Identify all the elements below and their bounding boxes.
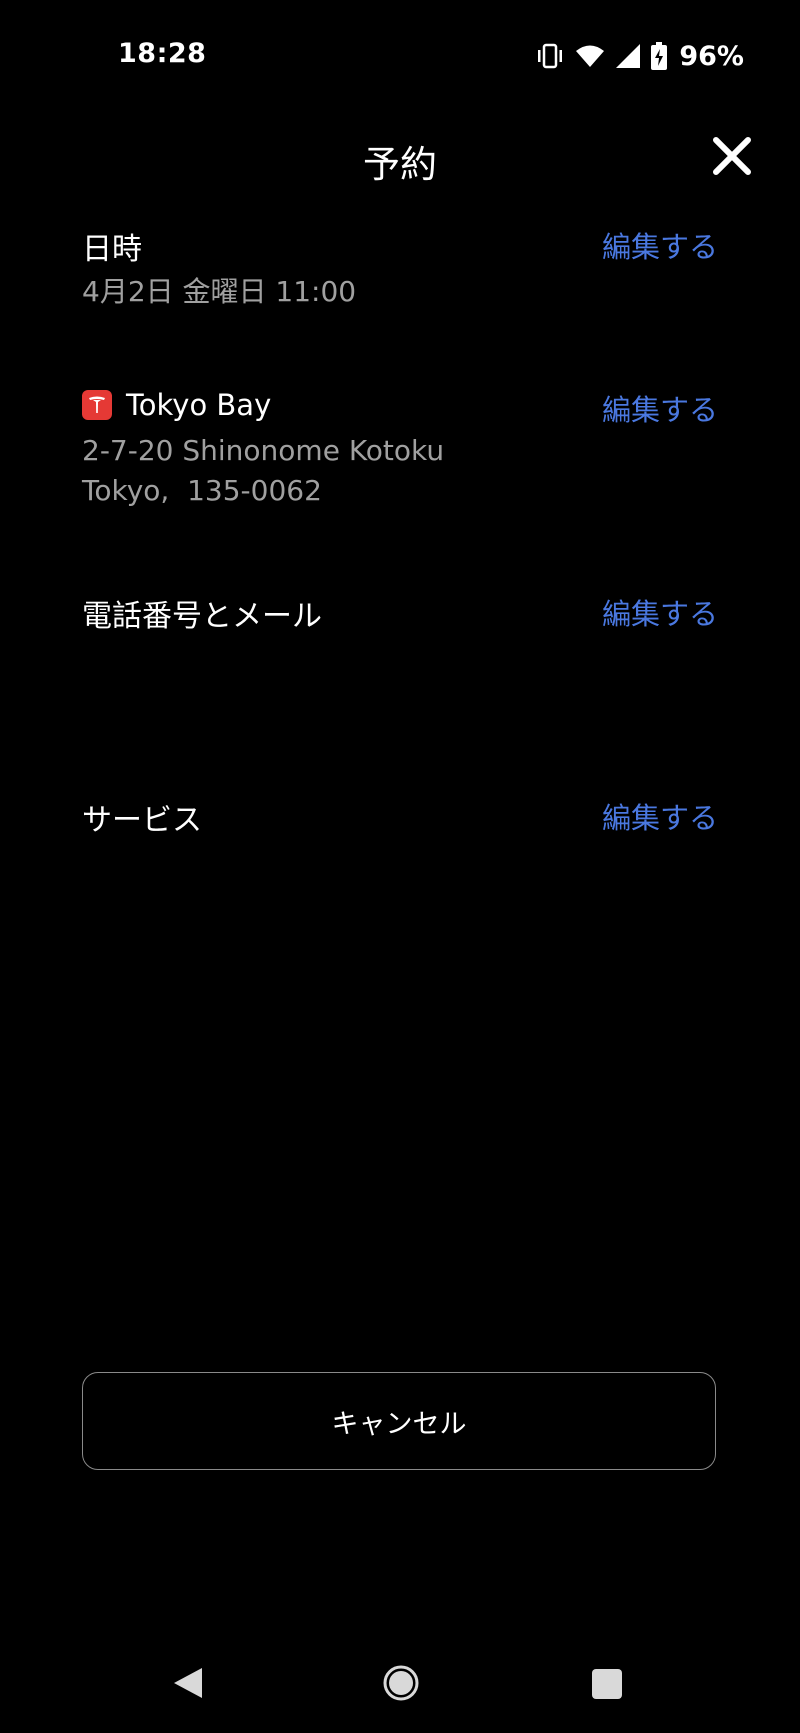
- home-icon: [383, 1665, 419, 1701]
- service-label: サービス: [82, 803, 202, 838]
- cell-signal-icon: [616, 44, 641, 68]
- battery-percent: 96%: [679, 40, 744, 72]
- close-button[interactable]: [708, 132, 756, 180]
- cancel-button[interactable]: キャンセル: [82, 1372, 716, 1470]
- status-icons: 96%: [535, 36, 744, 76]
- edit-contact-button[interactable]: 編集する: [602, 591, 718, 633]
- back-icon: [174, 1668, 202, 1698]
- status-time: 18:28: [118, 38, 207, 69]
- edit-service-button[interactable]: 編集する: [602, 795, 718, 837]
- page-title: 予約: [363, 143, 437, 186]
- home-button[interactable]: [382, 1664, 420, 1706]
- datetime-label: 日時: [82, 232, 142, 267]
- contact-label: 電話番号とメール: [82, 599, 322, 634]
- back-button[interactable]: [172, 1666, 204, 1704]
- address-line2: Tokyo, 135-0062: [82, 474, 322, 507]
- tesla-logo-icon: [82, 390, 112, 420]
- edit-datetime-button[interactable]: 編集する: [602, 224, 718, 266]
- datetime-value: 4月2日 金曜日 11:00: [82, 275, 357, 308]
- address-line1: 2-7-20 Shinonome Kotoku: [82, 434, 445, 467]
- recents-icon[interactable]: [592, 1669, 622, 1699]
- wifi-icon: [576, 45, 605, 67]
- edit-location-button[interactable]: 編集する: [602, 387, 718, 429]
- vibrate-icon: [538, 43, 563, 69]
- battery-charging-icon: [651, 42, 668, 70]
- location-name: Tokyo Bay: [126, 388, 272, 422]
- close-icon: [713, 137, 751, 175]
